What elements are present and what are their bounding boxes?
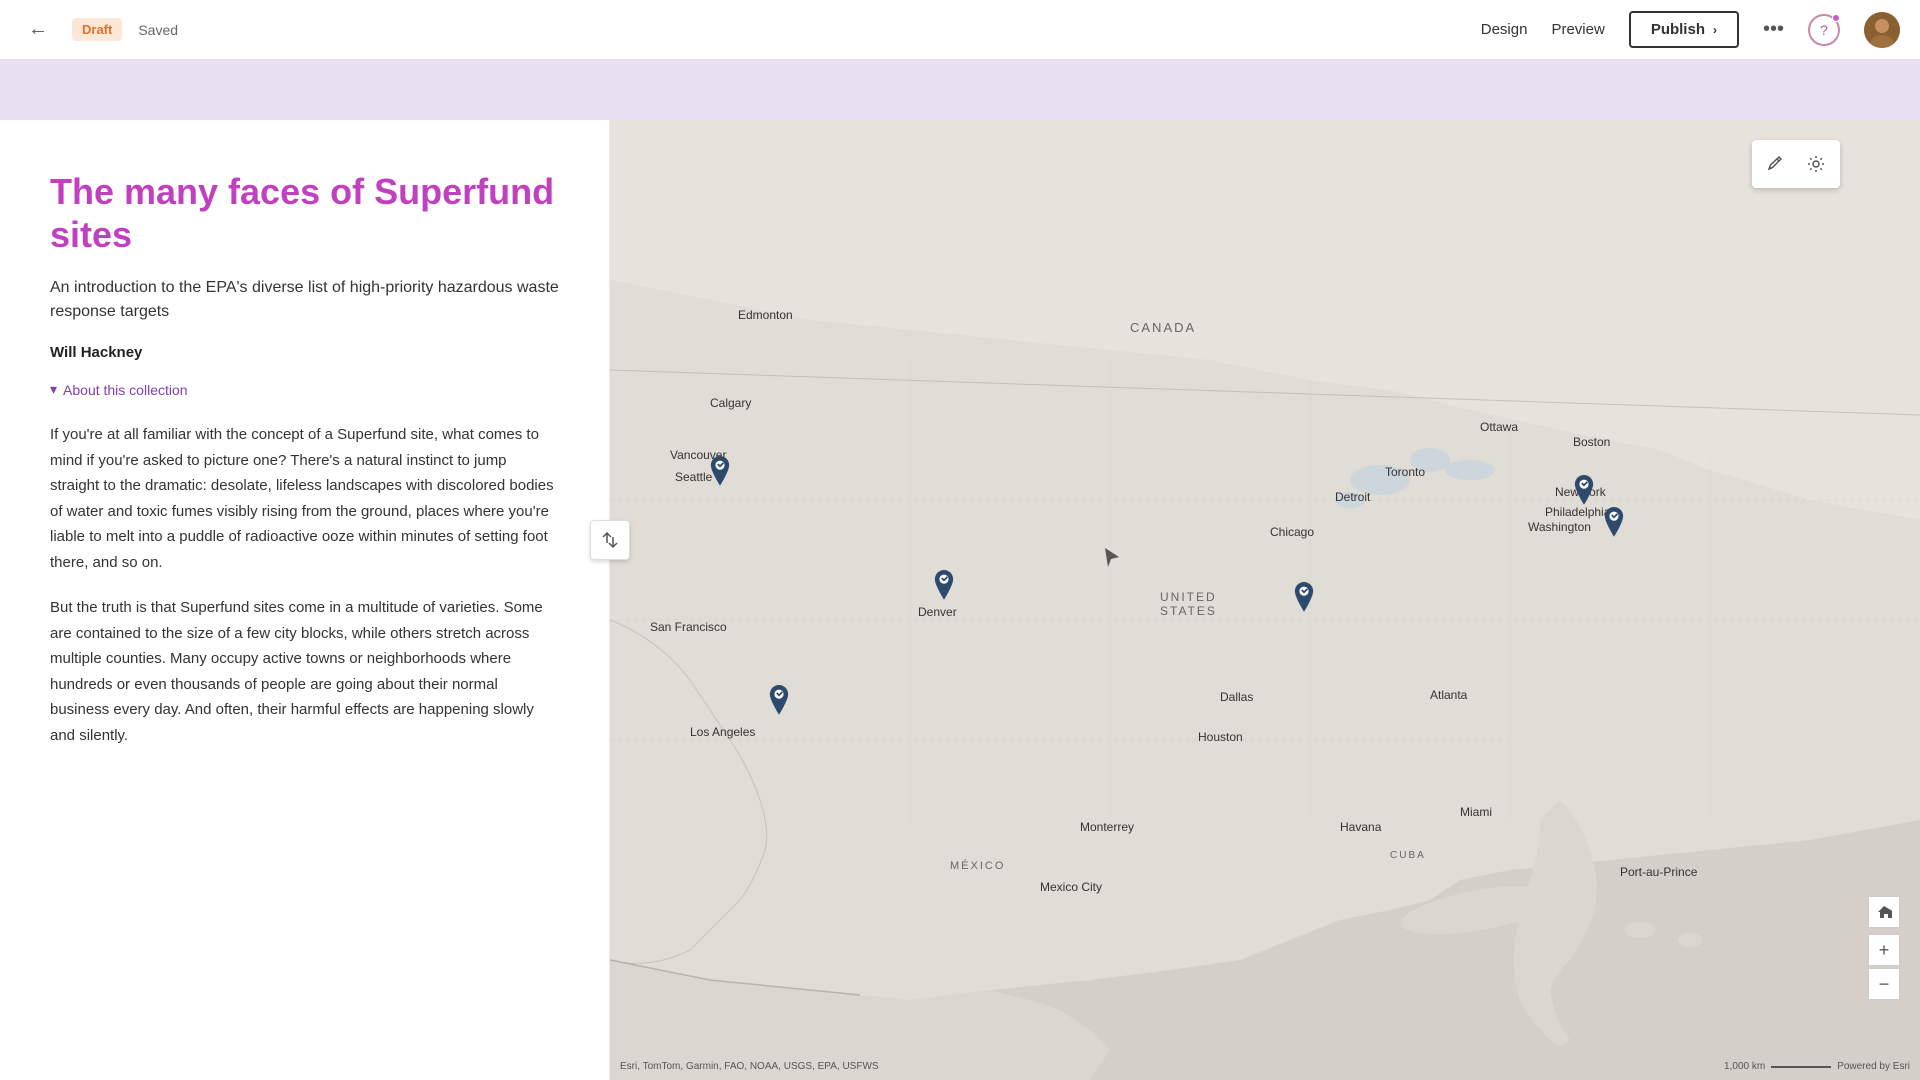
map-pin-denver[interactable] (930, 570, 958, 602)
home-button[interactable] (1868, 896, 1900, 928)
nav-left: ← Draft Saved (20, 14, 178, 45)
edit-map-button[interactable] (1758, 146, 1794, 182)
avatar[interactable] (1864, 12, 1900, 48)
banner (0, 60, 1920, 120)
map-toolbar (1752, 140, 1840, 188)
zoom-out-button[interactable]: − (1868, 968, 1900, 1000)
help-button[interactable]: ? (1808, 14, 1840, 46)
saved-label: Saved (138, 22, 178, 38)
help-label: ? (1820, 22, 1828, 38)
swap-icon (601, 531, 619, 549)
powered-by: Powered by Esri (1837, 1061, 1910, 1072)
article-title: The many faces of Superfund sites (50, 170, 559, 256)
map-panel[interactable]: Edmonton Calgary Vancouver Seattle San F… (610, 120, 1920, 1080)
scale-label: 1,000 km (1724, 1061, 1765, 1072)
swap-panel-button[interactable] (590, 520, 630, 560)
map-attribution: Esri, TomTom, Garmin, FAO, NOAA, USGS, E… (620, 1061, 879, 1072)
avatar-image (1864, 12, 1900, 48)
zoom-controls: + − (1868, 896, 1900, 1000)
author-name: Will Hackney (50, 344, 559, 361)
draft-badge: Draft (72, 18, 122, 41)
map-pin-vancouver[interactable] (706, 456, 734, 488)
zoom-in-button[interactable]: + (1868, 934, 1900, 966)
article-subtitle: An introduction to the EPA's diverse lis… (50, 276, 559, 324)
map-pin-philadelphia[interactable] (1600, 507, 1628, 539)
publish-label: Publish (1651, 21, 1705, 38)
back-button[interactable]: ← (20, 14, 56, 45)
map-scale: 1,000 km Powered by Esri (1724, 1061, 1910, 1072)
collection-chevron: ▾ (50, 381, 57, 398)
preview-link[interactable]: Preview (1551, 21, 1604, 38)
body-paragraph-2: But the truth is that Superfund sites co… (50, 595, 559, 748)
more-button[interactable]: ••• (1763, 18, 1784, 41)
scale-bar (1771, 1066, 1831, 1068)
main-content: The many faces of Superfund sites An int… (0, 120, 1920, 1080)
notification-dot (1832, 14, 1840, 22)
pencil-icon (1767, 155, 1785, 173)
collection-label: About this collection (63, 382, 188, 398)
settings-map-button[interactable] (1798, 146, 1834, 182)
map-pin-new-york[interactable] (1570, 475, 1598, 507)
map-pin-los-angeles[interactable] (765, 685, 793, 717)
design-link[interactable]: Design (1481, 21, 1528, 38)
map-background (610, 120, 1920, 1080)
left-panel: The many faces of Superfund sites An int… (0, 120, 610, 1080)
topnav: ← Draft Saved Design Preview Publish › •… (0, 0, 1920, 60)
publish-chevron: › (1713, 23, 1717, 37)
nav-right: Design Preview Publish › ••• ? (1481, 11, 1900, 48)
map-pin-st-louis[interactable] (1290, 582, 1318, 614)
gear-icon (1807, 155, 1825, 173)
publish-button[interactable]: Publish › (1629, 11, 1739, 48)
body-paragraph-1: If you're at all familiar with the conce… (50, 422, 559, 575)
collection-toggle[interactable]: ▾ About this collection (50, 381, 559, 398)
